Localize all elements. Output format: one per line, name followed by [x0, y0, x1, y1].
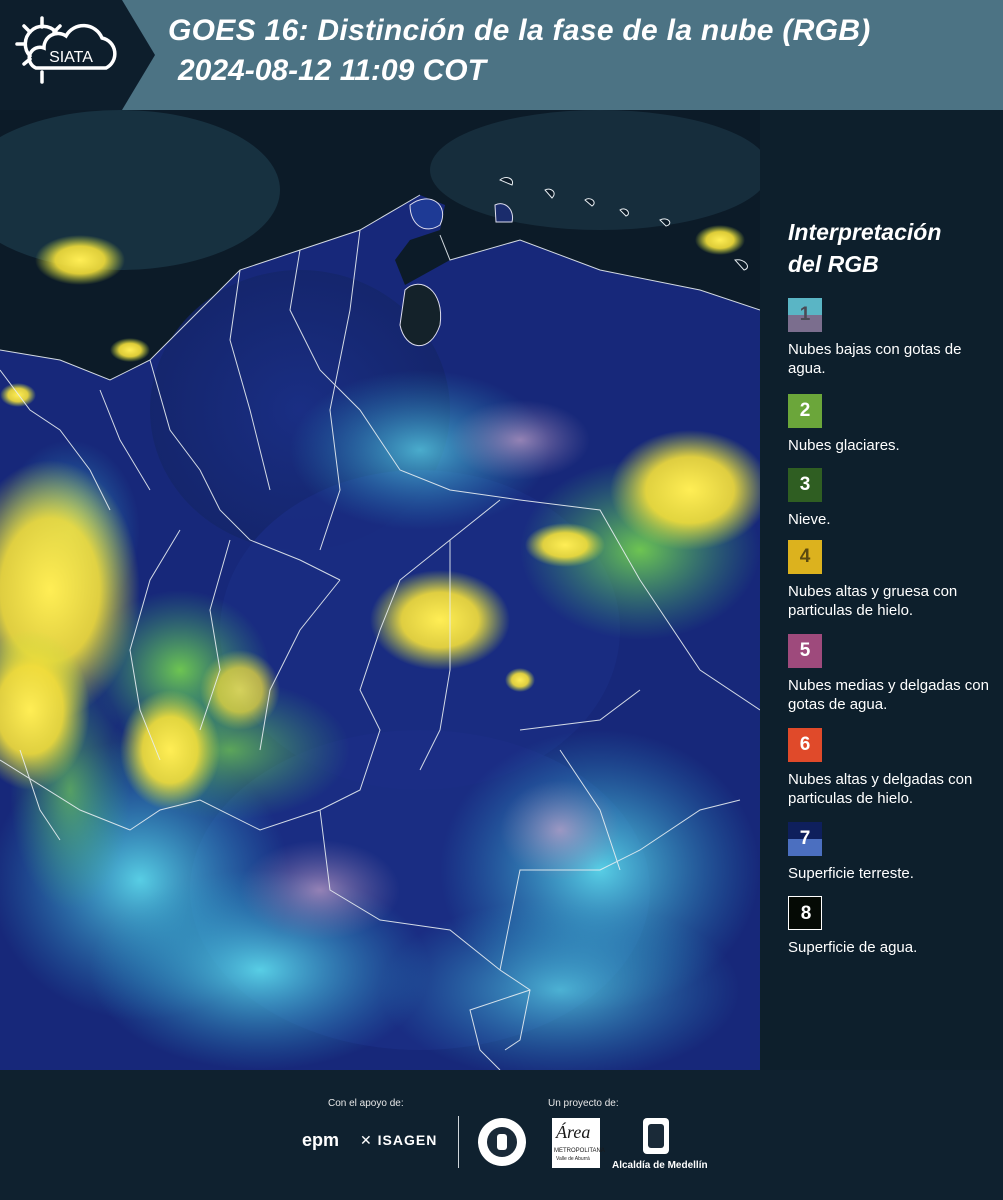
area-logo-sub2: Valle de Aburrá — [556, 1156, 590, 1162]
legend-swatch-6: 6 — [788, 728, 822, 762]
legend-item-1: 1 Nubes bajas con gotas de agua. — [788, 298, 1000, 378]
legend-label-6: Nubes altas y delgadas con particulas de… — [788, 771, 973, 807]
legend-item-6: 6 Nubes altas y delgadas con particulas … — [788, 728, 1000, 808]
area-metropolitana-logo: Área METROPOLITANA Valle de Aburrá — [552, 1118, 605, 1168]
legend-label-8: Superficie de agua. — [788, 939, 918, 956]
alcaldia-shield-icon — [643, 1118, 669, 1154]
legend-number-5: 5 — [799, 640, 811, 661]
support-label: Con el apoyo de: — [328, 1098, 404, 1109]
legend-title: Interpretación del RGB — [788, 216, 988, 280]
legend-number-1: 1 — [799, 304, 811, 325]
isagen-logo-text: ISAGEN — [377, 1132, 438, 1148]
siata-sun-cloud-icon: SIATA — [15, 16, 117, 84]
timestamp: 2024-08-12 11:09 COT — [178, 54, 486, 87]
legend-swatch-2: 2 — [788, 394, 822, 428]
legend-item-3: 3 Nieve. — [788, 468, 1000, 529]
legend-item-8: 8 Superficie de agua. — [788, 896, 1000, 957]
siata-logo: SIATA — [0, 0, 155, 110]
legend-item-5: 5 Nubes medias y delgadas con gotas de a… — [788, 634, 1000, 714]
legend-swatch-3: 3 — [788, 468, 822, 502]
legend-swatch-8: 8 — [788, 896, 822, 930]
gobernacion-seal-icon — [478, 1118, 526, 1166]
legend-item-2: 2 Nubes glaciares. — [788, 394, 1000, 455]
legend-number-3: 3 — [799, 474, 811, 495]
satellite-image — [0, 110, 760, 1070]
legend-number-8: 8 — [800, 903, 812, 924]
legend-title-line2: del RGB — [788, 251, 879, 277]
legend-number-4: 4 — [799, 546, 811, 567]
rgb-cloud-phase-map — [0, 110, 760, 1070]
footer: Con el apoyo de: Un proyecto de: epm ✕ I… — [0, 1070, 1003, 1200]
legend-swatch-4: 4 — [788, 540, 822, 574]
isagen-logo: ✕ ISAGEN — [360, 1132, 437, 1149]
legend-label-4: Nubes altas y gruesa con particulas de h… — [788, 583, 958, 619]
legend-label-1: Nubes bajas con gotas de agua. — [788, 341, 962, 377]
legend-title-line1: Interpretación — [788, 219, 942, 245]
project-label: Un proyecto de: — [548, 1098, 619, 1109]
legend-label-7: Superficie terreste. — [788, 865, 914, 882]
page-title: GOES 16: Distinción de la fase de la nub… — [168, 14, 871, 47]
legend-number-2: 2 — [799, 400, 811, 421]
legend-item-4: 4 Nubes altas y gruesa con particulas de… — [788, 540, 1000, 620]
legend-panel: Interpretación del RGB 1 Nubes bajas con… — [760, 110, 1003, 1070]
legend-label-3: Nieve. — [788, 511, 831, 528]
epm-logo: epm — [302, 1130, 340, 1150]
svg-text:SIATA: SIATA — [49, 49, 93, 66]
isagen-mark-icon: ✕ — [360, 1132, 373, 1148]
footer-divider — [458, 1116, 459, 1168]
legend-number-7: 7 — [799, 828, 811, 849]
legend-label-5: Nubes medias y delgadas con gotas de agu… — [788, 677, 989, 713]
legend-label-2: Nubes glaciares. — [788, 437, 900, 454]
area-logo-sub: METROPOLITANA — [554, 1148, 605, 1154]
legend-swatch-1: 1 — [788, 298, 822, 332]
legend-swatch-7: 7 — [788, 822, 822, 856]
legend-swatch-5: 5 — [788, 634, 822, 668]
legend-item-7: 7 Superficie terreste. — [788, 822, 1000, 883]
alcaldia-label: Alcaldía de Medellín — [612, 1160, 708, 1171]
legend-number-6: 6 — [799, 734, 811, 755]
header-bar: SIATA GOES 16: Distinción de la fase de … — [0, 0, 1003, 110]
area-logo-script: Área — [556, 1122, 591, 1142]
